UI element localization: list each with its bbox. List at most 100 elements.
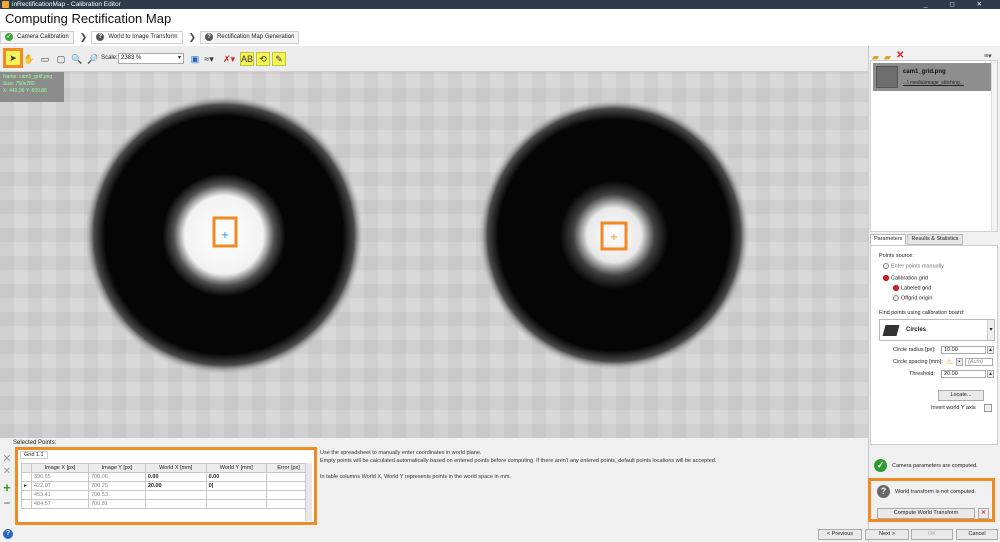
row-header [21, 472, 32, 482]
view-options-button[interactable]: ≡▾ [984, 52, 992, 60]
file-path[interactable]: ...\ media\image_stitching... [903, 80, 964, 86]
page-title: Computing Rectification Map [5, 11, 172, 26]
measure-icon: ✎ [275, 53, 283, 64]
table-scrollbar[interactable] [305, 463, 312, 521]
spin-icon: ▴ [989, 371, 992, 377]
cell-world-x[interactable]: 0.00 [144, 472, 207, 482]
minus-point-button[interactable]: − [2, 496, 12, 510]
cell-world-y[interactable]: 0.00 [205, 472, 268, 482]
table-row[interactable]: ▸ 422.07 700.25 20.00 0| [21, 481, 311, 491]
file-list-scrollbar[interactable] [991, 61, 997, 231]
step-camera-calibration[interactable]: ✓ Camera Calibration [0, 30, 74, 44]
scale-dropdown[interactable]: 2383 % ▾ [118, 53, 184, 64]
radius-spin[interactable]: ▴ [987, 346, 994, 354]
image-name: Name: cam1_grid.png [3, 74, 53, 80]
image-canvas[interactable]: + + [0, 72, 868, 438]
compute-world-transform-button[interactable]: Compute World Transform [877, 508, 975, 519]
check-icon: ✓ [5, 33, 13, 41]
select-tool-button[interactable]: ➤ [3, 48, 23, 68]
cell-world-y[interactable] [205, 499, 268, 509]
col-world-x: World X [mm] [144, 463, 207, 473]
zoom-in-button[interactable]: 🔍 [70, 52, 84, 66]
close-icon: ✕ [2, 453, 12, 465]
rect-tool-button[interactable]: ▭ [38, 52, 52, 66]
next-button[interactable]: Next > [865, 529, 909, 540]
cursor-coords: X: 449.36 Y: 609.86 [3, 88, 47, 94]
point-marker-right[interactable]: + [610, 232, 618, 243]
help-line-1: Use the spreadsheet to manually enter co… [320, 450, 482, 456]
row-header [21, 499, 32, 509]
threshold-label: Threshold: [909, 371, 935, 377]
pan-tool-button[interactable]: ✋ [22, 52, 36, 66]
step-label: World to Image Transform [108, 34, 178, 40]
spacing-input[interactable]: (Auto) [965, 358, 993, 366]
reset-transform-button[interactable]: ✕ [978, 508, 989, 519]
scale-label: Scale: [101, 55, 118, 61]
previous-button[interactable]: < Previous [818, 529, 862, 540]
fit-button[interactable]: ▣ [188, 52, 202, 66]
cell-image-y: 700.81 [88, 499, 146, 509]
tab-grid[interactable]: Grid 1.1 [20, 451, 48, 459]
radius-input[interactable]: 10.00 [941, 346, 986, 354]
add-point-button[interactable]: + [2, 480, 12, 496]
window-controls[interactable]: _ ◻ ✕ [924, 0, 992, 9]
radio-labeled-grid[interactable]: Labeled grid [893, 285, 931, 291]
tools-button[interactable]: ✗▾ [222, 52, 236, 66]
selected-points-label: Selected Points: [13, 440, 57, 446]
tools-icon: ✗▾ [222, 53, 236, 64]
row-pointer-icon: ▸ [21, 481, 32, 491]
rectangle-icon: ▭ [40, 53, 50, 64]
help-line-3: In table columns World X, World Y repres… [320, 474, 511, 480]
adjust-button[interactable]: ≈▾ [202, 52, 216, 66]
zoom-out-button[interactable]: 🔎 [86, 52, 100, 66]
spin-icon: ▴ [989, 347, 992, 353]
threshold-input[interactable]: 20.00 [941, 370, 986, 378]
cell-world-y[interactable]: 0| [205, 481, 268, 491]
check-icon: ✓ [874, 459, 887, 472]
remove-point-button[interactable]: ✕ [2, 466, 12, 480]
draw-mode-button[interactable]: ⟲ [256, 52, 270, 66]
measure-mode-button[interactable]: ✎ [272, 52, 286, 66]
step-rectification-map[interactable]: ? Rectification Map Generation [200, 30, 300, 44]
tab-results[interactable]: Results & Statistics [907, 234, 963, 245]
close-icon: ✕ [2, 466, 12, 477]
file-item[interactable]: cam1_grid.png ...\ media\image_stitching… [873, 63, 997, 91]
table-row[interactable]: 484.57 700.81 [21, 499, 311, 509]
invert-y-checkbox[interactable] [984, 404, 992, 412]
minus-icon: − [3, 496, 11, 510]
help-button[interactable]: ? [3, 529, 13, 539]
cancel-button[interactable]: Cancel [956, 529, 998, 540]
threshold-spin[interactable]: ▴ [987, 370, 994, 378]
cell-world-x[interactable] [144, 499, 207, 509]
cell-world-x[interactable]: 20.00 [144, 481, 207, 491]
radio-offgrid[interactable]: Offgrid origin [893, 295, 932, 301]
question-icon: ? [877, 485, 890, 498]
calibration-image: + + [84, 95, 750, 375]
row-header [21, 490, 32, 500]
label-mode-button[interactable]: AB [240, 52, 254, 66]
cell-image-y: 700.53 [88, 490, 146, 500]
board-type-dropdown[interactable]: Circles ▾ [879, 319, 995, 341]
point-marker-left[interactable]: + [221, 230, 229, 241]
radius-value: 10.00 [944, 347, 958, 353]
invert-y-label: Invert world Y axis [931, 405, 976, 411]
cell-world-x[interactable] [144, 490, 207, 500]
cell-world-y[interactable] [205, 490, 268, 500]
board-type-value: Circles [906, 327, 927, 333]
locate-button[interactable]: Locate... [938, 390, 984, 401]
radio-manual[interactable]: Enter points manually [883, 263, 944, 269]
frame-tool-button[interactable]: ▢ [54, 52, 68, 66]
radio-calibration-grid[interactable]: Calibration grid [883, 275, 928, 281]
remove-all-button[interactable]: ✕ [2, 452, 12, 466]
file-list: cam1_grid.png ...\ media\image_stitching… [870, 60, 998, 232]
table-row[interactable]: 453.41 700.53 [21, 490, 311, 500]
fit-icon: ▣ [190, 53, 200, 64]
ok-button[interactable]: OK [911, 529, 953, 540]
tab-parameters[interactable]: Parameters [870, 234, 907, 245]
step-world-to-image[interactable]: ? World to Image Transform [91, 30, 183, 44]
help-icon: ? [5, 530, 11, 537]
board-icon [882, 325, 900, 336]
table-row[interactable]: 390.65 700.06 0.00 0.00 [21, 472, 311, 482]
spacing-set-button[interactable]: ▪ [956, 358, 963, 366]
window-titlebar: inRectificationMap - Calibration Editor … [0, 0, 1000, 9]
